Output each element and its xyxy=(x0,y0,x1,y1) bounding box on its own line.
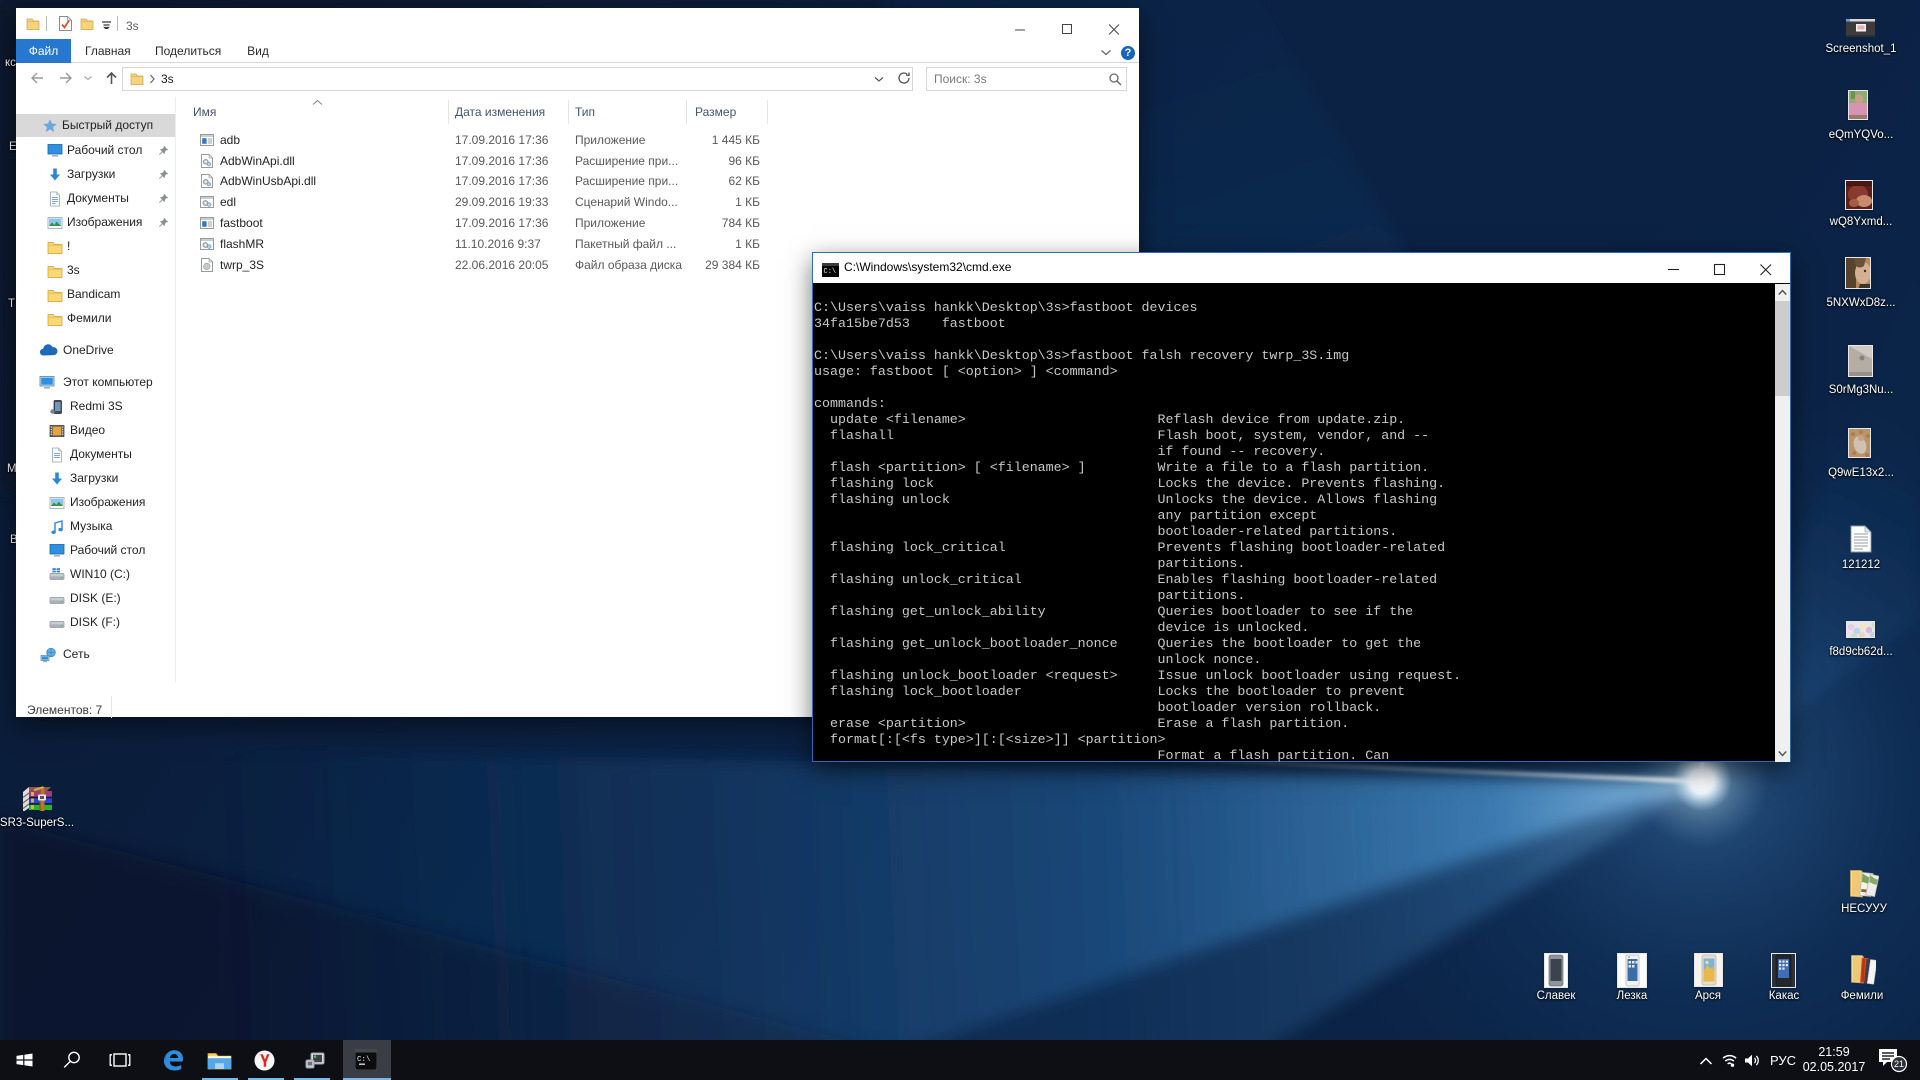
svg-text:21: 21 xyxy=(1894,1059,1904,1069)
svg-text:C:\: C:\ xyxy=(357,1056,371,1064)
svg-text:C:\: C:\ xyxy=(824,268,837,276)
